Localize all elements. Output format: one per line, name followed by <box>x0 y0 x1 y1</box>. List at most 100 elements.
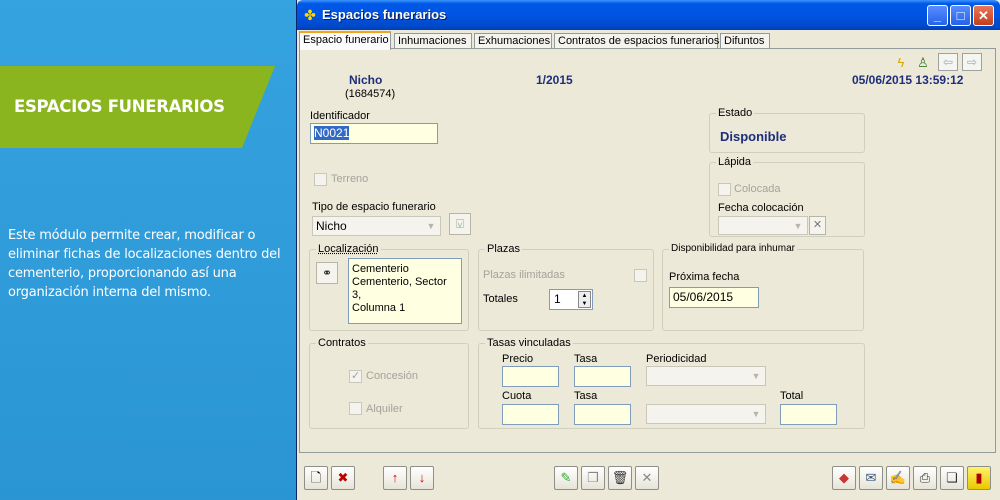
proxima-fecha-input[interactable]: 05/06/2015 <box>669 287 759 308</box>
contratos-group: Contratos Concesión Alquiler <box>309 337 469 429</box>
promo-title: ESPACIOS FUNERARIOS <box>14 97 225 116</box>
cancel-button[interactable]: ✕ <box>635 466 659 490</box>
periodicidad-label: Periodicidad <box>646 353 707 365</box>
estado-value: Disponible <box>720 129 787 144</box>
dropdown-box-icon: ⍌ <box>456 216 464 231</box>
user-lock-icon[interactable]: ♙ <box>914 55 932 71</box>
lightning-icon[interactable]: ϟ <box>892 55 910 71</box>
chevron-down-icon: ▼ <box>793 221 803 231</box>
app-icon: ✤ <box>304 7 316 23</box>
tab-contratos[interactable]: Contratos de espacios funerarios <box>554 33 719 49</box>
colocada-label: Colocada <box>734 183 781 195</box>
plazas-ilimitadas-checkbox[interactable] <box>634 269 647 282</box>
estado-label: Estado <box>716 107 755 119</box>
tasas-group: Tasas vinculadas Precio Tasa Periodicida… <box>478 337 865 429</box>
tasa2-select[interactable]: ▼ <box>646 404 766 424</box>
disponibilidad-group: Disponibilidad para inhumar Próxima fech… <box>662 243 864 331</box>
lapida-label: Lápida <box>716 156 754 168</box>
arrow-left-icon: ⇦ <box>942 55 954 69</box>
exit-button[interactable]: ▮ <box>967 466 991 490</box>
tab-espacio-funerario[interactable]: Espacio funerario <box>299 31 391 50</box>
arrow-right-icon: ⇨ <box>966 55 978 69</box>
report-button[interactable]: ◆ <box>832 466 856 490</box>
plazas-label: Plazas <box>485 243 523 255</box>
copy-icon: ❐ <box>587 470 599 485</box>
sign-button[interactable]: ✍ <box>886 466 910 490</box>
localizacion-textarea[interactable]: Cementerio Cementerio, Sector 3, Columna… <box>348 258 462 324</box>
cuota-input[interactable] <box>502 404 559 425</box>
totales-spinner[interactable]: 1 ▲ ▼ <box>549 289 593 310</box>
concesion-label: Concesión <box>366 370 418 382</box>
tab-exhumaciones[interactable]: Exhumaciones <box>474 33 552 49</box>
copy-button[interactable]: ❐ <box>581 466 605 490</box>
documents-button[interactable]: ❏ <box>940 466 964 490</box>
total-input[interactable] <box>780 404 837 425</box>
exit-door-icon: ▮ <box>975 470 983 485</box>
move-down-button[interactable]: ↓ <box>410 466 434 490</box>
clear-icon: ✕ <box>812 219 823 231</box>
totales-label: Totales <box>483 293 518 305</box>
alquiler-checkbox[interactable] <box>349 402 362 415</box>
tab-difuntos[interactable]: Difuntos <box>720 33 770 49</box>
tasa-input[interactable] <box>574 366 631 387</box>
chart-icon: ◆ <box>839 470 849 485</box>
tipo-select[interactable]: Nicho ▼ <box>312 216 441 236</box>
total-label: Total <box>780 390 804 402</box>
concesion-checkbox[interactable] <box>349 369 362 383</box>
minimize-button[interactable]: _ <box>927 5 948 26</box>
chevron-down-icon: ▼ <box>426 221 436 231</box>
close-icon: ✕ <box>641 470 653 485</box>
new-document-icon: 🗋 <box>310 470 322 485</box>
contratos-label: Contratos <box>316 337 368 349</box>
tab-inhumaciones[interactable]: Inhumaciones <box>394 33 472 49</box>
title-bar[interactable]: ✤ Espacios funerarios _ □ ✕ <box>297 0 1000 30</box>
next-record-button[interactable]: ⇨ <box>962 53 982 71</box>
edit-button[interactable]: ✎ <box>554 466 578 490</box>
proxima-fecha-label: Próxima fecha <box>669 271 740 283</box>
print-button[interactable]: ⎙ <box>913 466 937 490</box>
envelope-icon: ✉ <box>865 470 877 485</box>
clear-date-button[interactable]: ✕ <box>809 216 826 235</box>
tasas-label: Tasas vinculadas <box>485 337 573 349</box>
email-button[interactable]: ✉ <box>859 466 883 490</box>
header-number: 1/2015 <box>536 73 573 87</box>
chevron-down-icon: ▼ <box>751 409 761 419</box>
alquiler-label: Alquiler <box>366 403 403 415</box>
cuota-label: Cuota <box>502 390 532 402</box>
delete-record-button[interactable]: ✖ <box>331 466 355 490</box>
terreno-checkbox[interactable] <box>314 173 327 186</box>
identificador-input[interactable]: N0021 <box>310 123 438 144</box>
localizacion-group: Localización ⚭ Cementerio Cementerio, Se… <box>309 243 469 331</box>
spinner-arrows-icon[interactable]: ▲ ▼ <box>578 291 591 308</box>
chevron-down-icon: ▼ <box>751 371 761 381</box>
localizacion-label: Localización <box>316 243 381 255</box>
terreno-label: Terreno <box>331 173 369 185</box>
tasa2-input[interactable] <box>574 404 631 425</box>
binoculars-icon: ⚭ <box>321 266 333 280</box>
tipo-action-button[interactable]: ⍌ <box>449 213 471 235</box>
window-title: Espacios funerarios <box>322 7 447 22</box>
documents-icon: ❏ <box>946 470 958 485</box>
periodicidad-select[interactable]: ▼ <box>646 366 766 386</box>
header-code: (1684574) <box>345 88 396 100</box>
header-datetime: 05/06/2015 13:59:12 <box>852 73 964 87</box>
arrow-up-icon: ↑ <box>391 470 399 485</box>
disponibilidad-label: Disponibilidad para inhumar <box>669 243 797 254</box>
previous-record-button[interactable]: ⇦ <box>938 53 958 71</box>
fecha-colocacion-label: Fecha colocación <box>718 202 804 214</box>
move-up-button[interactable]: ↑ <box>383 466 407 490</box>
header-type: Nicho <box>349 73 383 87</box>
maximize-button[interactable]: □ <box>950 5 971 26</box>
close-button[interactable]: ✕ <box>973 5 994 26</box>
colocada-checkbox[interactable] <box>718 183 731 196</box>
edit-icon: ✎ <box>560 470 572 485</box>
document-delete-icon: ✖ <box>337 470 349 485</box>
precio-input[interactable] <box>502 366 559 387</box>
tab-panel: ϟ ♙ ⇦ ⇨ Nicho (1684574) 1/2015 05/06/201… <box>299 48 996 453</box>
fecha-colocacion-picker[interactable]: ▼ <box>718 216 808 235</box>
new-button[interactable]: 🗋 <box>304 466 328 490</box>
trash-button[interactable]: 🗑 <box>608 466 632 490</box>
pen-icon: ✍ <box>889 470 907 485</box>
arrow-down-icon: ↓ <box>418 470 426 485</box>
search-location-button[interactable]: ⚭ <box>316 262 338 284</box>
